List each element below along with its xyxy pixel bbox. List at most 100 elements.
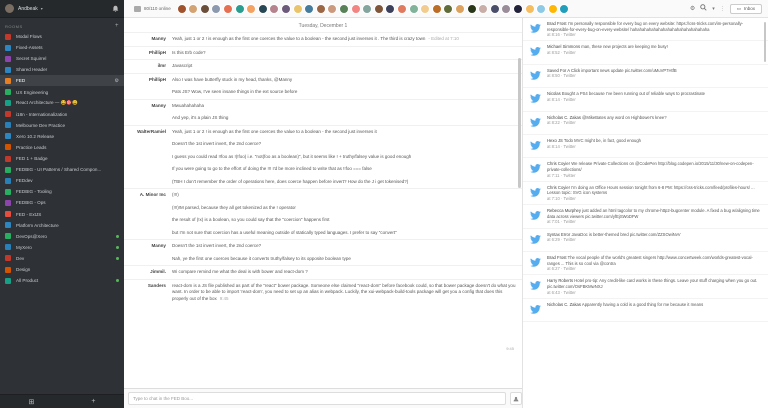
sidebar-room-item[interactable]: FEDBIG - Tooling [0,186,124,197]
online-user-avatar[interactable] [223,3,234,14]
tweet-meta[interactable]: at 6:43 · Twitter [547,290,576,295]
feed-scrollbar[interactable] [764,22,766,62]
online-user-avatar[interactable] [315,3,326,14]
tweet-author[interactable]: Nicolas [547,91,561,96]
online-user-avatar[interactable] [304,3,315,14]
tweet-meta[interactable]: at 8:22 · Twitter [547,120,576,125]
chat-message[interactable]: the result of (!x) is a boolean, so you … [124,214,522,227]
online-user-avatar[interactable] [536,3,547,14]
message-author[interactable] [124,112,172,115]
sidebar-room-item[interactable]: Platform Architecture [0,220,124,231]
tweet-author[interactable]: Chris Coyier [547,161,570,166]
online-user-avatar[interactable] [559,3,570,14]
user-avatar-button[interactable] [510,392,522,405]
online-user-avatar[interactable] [385,3,396,14]
tweet-item[interactable]: Brad Frost I'm personally responsible fo… [523,18,768,42]
sidebar-room-item[interactable]: Dev [0,253,124,264]
tweet-author[interactable]: Saved For A Click [547,68,580,73]
chat-message[interactable]: If you were going to go to the effort of… [124,163,522,176]
tweet-item[interactable]: Brad Frost The vocal people of the world… [523,252,768,276]
sidebar-room-item[interactable]: Design [0,264,124,275]
online-user-avatar[interactable] [246,3,257,14]
tweet-meta[interactable]: at 6:29 · Twitter [547,237,576,242]
grid-icon[interactable]: ⊞ [29,398,35,406]
message-author[interactable]: Jimmil. [124,266,172,274]
online-user-avatar[interactable] [281,3,292,14]
online-user-avatar[interactable] [489,3,500,14]
online-user-avatar[interactable] [408,3,419,14]
tweet-item[interactable]: Rebecca Murphey just added an html tagco… [523,205,768,229]
tweet-meta[interactable]: at 7:10 · Twitter [547,196,576,201]
tweet-author[interactable]: Nicholas C. Zakas [547,115,581,120]
online-user-avatar[interactable] [362,3,373,14]
chat-message[interactable]: ilmr Javascript [124,59,522,73]
online-user-avatar[interactable] [501,3,512,14]
online-user-avatar[interactable] [269,3,280,14]
chat-message[interactable]: Pats JS? Wow, I've seen insane things in… [124,86,522,99]
online-user-avatar[interactable] [420,3,431,14]
message-author[interactable]: Manny [124,240,172,248]
chat-message[interactable]: WalterRamiel Yeah, just 1 or 2 ! is enoug… [124,124,522,139]
tweet-author[interactable]: Hexo JS [547,138,563,143]
tweet-meta[interactable]: at 8:14 · Twitter [547,144,576,149]
sidebar-room-item[interactable]: All Product [0,275,124,286]
message-author[interactable] [124,176,172,179]
online-user-avatar[interactable] [396,3,407,14]
tweet-author[interactable]: Syntax Error [547,232,570,237]
online-user-avatar[interactable] [188,3,199,14]
online-user-avatar[interactable] [327,3,338,14]
sidebar-room-item[interactable]: FEDBIG - UI Patterns / Shared Compon... [0,164,124,175]
online-user-avatar[interactable] [431,3,442,14]
online-user-avatar[interactable] [211,3,222,14]
tweet-item[interactable]: Nicolas Bought a PS4 because I've been r… [523,88,768,112]
sidebar-room-item[interactable]: Secret Squirrel [0,53,124,64]
tweet-author[interactable]: Chris Coyier [547,185,570,190]
tweet-item[interactable]: Syntax Error JavaDoc is better-themed br… [523,229,768,252]
message-author[interactable]: ilmr [124,60,172,68]
message-author[interactable]: Manny [124,33,172,41]
sidebar-room-item[interactable]: DevOps@Xero [0,231,124,242]
message-author[interactable] [124,253,172,256]
online-user-avatar[interactable] [524,3,535,14]
tweet-item[interactable]: Harry Roberts Hotel pro-tip: Any credit-… [523,275,768,299]
online-user-avatar[interactable] [176,3,187,14]
sidebar-room-item[interactable]: Fixed-Assets [0,42,124,53]
online-user-avatar[interactable] [350,3,361,14]
tweet-author[interactable]: Nicholas C. Zakas [547,302,581,307]
tweet-author[interactable]: Michael Simmons [547,44,580,49]
tweet-meta[interactable]: at 7:01 · Twitter [547,219,576,224]
online-user-avatar[interactable] [466,3,477,14]
tweet-author[interactable]: Harry Roberts [547,278,573,283]
chat-message[interactable]: Doesn't the 1st invert invert, the 2nd c… [124,138,522,151]
chat-message[interactable]: Sanders react-dom is a JS file published … [124,278,522,306]
sidebar-room-item[interactable]: FED - ExtJS [0,209,124,220]
online-user-avatar[interactable] [199,3,210,14]
message-author[interactable]: PhillipH [124,74,172,82]
add-room-icon[interactable]: + [115,23,119,29]
tweet-author[interactable]: Brad Frost [547,255,567,260]
message-author[interactable]: PhillipH [124,47,172,55]
sidebar-room-item[interactable]: React Architecture — 😂🎯😄 [0,98,124,109]
chat-message[interactable]: And yep, it's a plain JS thing [124,112,522,125]
add-icon[interactable]: + [91,398,95,405]
tweet-item[interactable]: Michael Simmons man, these new projects … [523,41,768,65]
sidebar-room-item[interactable]: FED ⚙ [0,75,124,87]
online-user-avatar[interactable] [478,3,489,14]
message-author[interactable] [124,151,172,154]
tweet-item[interactable]: Nicholas C. Zakas Apparently having a co… [523,299,768,323]
tweet-author[interactable]: Brad Frost [547,21,567,26]
sidebar-room-item[interactable]: Modal Flows [0,31,124,42]
sidebar-room-item[interactable]: Shared Header [0,64,124,75]
online-user-avatar[interactable] [257,3,268,14]
chat-scrollbar[interactable] [518,58,521,188]
sidebar-room-item[interactable]: i18n - Internationalization [0,109,124,120]
chat-message[interactable]: Manny Yeah, just 1 or 2 ! is enough as th… [124,32,522,46]
tweet-item[interactable]: Saved For A Click important news update … [523,65,768,89]
message-author[interactable] [124,214,172,217]
online-user-avatar[interactable] [443,3,454,14]
message-author[interactable]: Sanders [124,280,172,288]
tweet-meta[interactable]: at 6:27 · Twitter [547,266,576,271]
message-author[interactable] [124,227,172,230]
online-user-avatar[interactable] [234,3,245,14]
online-user-avatar[interactable] [454,3,465,14]
